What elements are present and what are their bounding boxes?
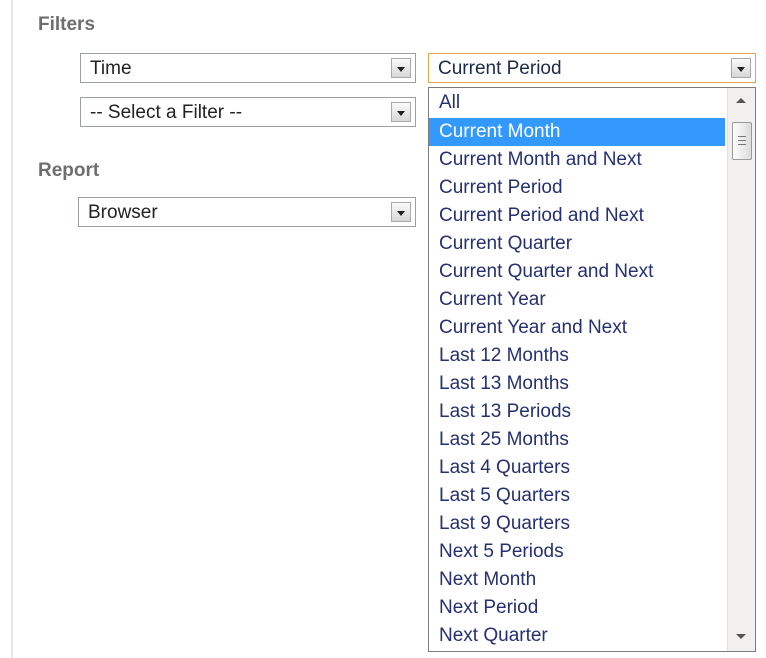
dropdown-options: All Current Month Current Month and Next Cu… — [429, 88, 725, 650]
dropdown-option[interactable]: Last 13 Periods — [429, 398, 725, 426]
filter-value-current: Current Period — [438, 58, 562, 79]
dropdown-option[interactable]: Current Month and Next — [429, 146, 725, 174]
chevron-down-icon[interactable] — [731, 58, 751, 78]
filter-value-select[interactable]: Current Period — [428, 53, 756, 83]
filters-heading: Filters — [38, 14, 96, 35]
dropdown-option[interactable]: Current Year — [429, 286, 725, 314]
chevron-down-icon[interactable] — [391, 58, 411, 78]
report-value: Browser — [88, 202, 158, 223]
add-filter-select[interactable]: -- Select a Filter -- — [80, 97, 416, 127]
dropdown-option[interactable]: Next Month — [429, 566, 725, 594]
dropdown-option[interactable]: Current Quarter — [429, 230, 725, 258]
thumb-grip-line — [738, 140, 746, 141]
filter-field-select[interactable]: Time — [80, 53, 416, 83]
scrollbar-thumb[interactable] — [732, 122, 752, 160]
dropdown-option[interactable]: All — [429, 88, 725, 118]
filter-value-dropdown-list[interactable]: All Current Month Current Month and Next Cu… — [428, 87, 756, 652]
report-select[interactable]: Browser — [78, 197, 416, 227]
add-filter-value: -- Select a Filter -- — [90, 102, 243, 123]
dropdown-option[interactable]: Last 9 Quarters — [429, 510, 725, 538]
scroll-up-icon[interactable] — [736, 98, 746, 103]
dropdown-option[interactable]: Current Month — [429, 118, 725, 146]
scroll-down-icon[interactable] — [736, 634, 746, 639]
left-divider — [11, 0, 13, 658]
dropdown-option[interactable]: Last 4 Quarters — [429, 454, 725, 482]
dropdown-option[interactable]: Next Period — [429, 594, 725, 622]
filter-field-value: Time — [90, 58, 132, 79]
dropdown-option[interactable]: Last 5 Quarters — [429, 482, 725, 510]
dropdown-option[interactable]: Next Quarter — [429, 622, 725, 650]
report-heading: Report — [38, 160, 100, 181]
dropdown-option[interactable]: Last 12 Months — [429, 342, 725, 370]
dropdown-option[interactable]: Current Year and Next — [429, 314, 725, 342]
dropdown-option[interactable]: Current Period — [429, 174, 725, 202]
chevron-down-icon[interactable] — [391, 202, 411, 222]
dropdown-option[interactable]: Next 5 Periods — [429, 538, 725, 566]
thumb-grip-line — [738, 144, 746, 145]
dropdown-option[interactable]: Last 13 Months — [429, 370, 725, 398]
dropdown-scrollbar[interactable] — [727, 88, 755, 651]
dropdown-option[interactable]: Current Period and Next — [429, 202, 725, 230]
dropdown-option[interactable]: Last 25 Months — [429, 426, 725, 454]
dropdown-option[interactable]: Current Quarter and Next — [429, 258, 725, 286]
thumb-grip-line — [738, 136, 746, 137]
chevron-down-icon[interactable] — [391, 102, 411, 122]
